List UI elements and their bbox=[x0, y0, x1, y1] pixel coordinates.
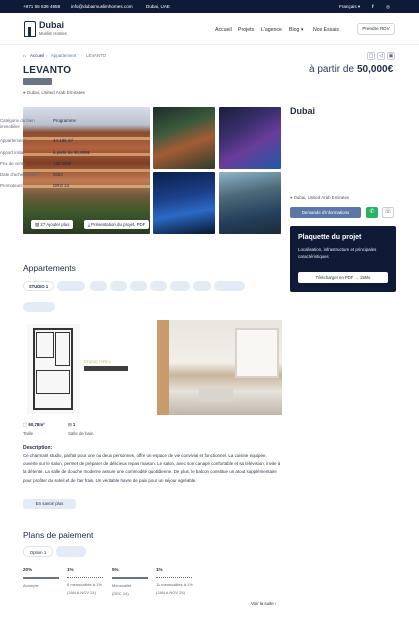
nav-agence[interactable]: L'agence bbox=[261, 27, 282, 33]
header-divider bbox=[0, 44, 419, 45]
apartments-heading: Appartements bbox=[23, 263, 76, 273]
brochure-title: Plaquette du projet bbox=[298, 234, 362, 241]
brochure-card: Plaquette du projet Localisation, infras… bbox=[290, 226, 396, 292]
tab-studio-1[interactable]: STUDIO 1 bbox=[23, 281, 54, 291]
rdv-button[interactable]: Prendre RDV bbox=[357, 23, 395, 35]
side-city: Dubai bbox=[290, 106, 316, 116]
photo-thumb[interactable] bbox=[219, 107, 281, 169]
pdf-button[interactable]: ⤓ Présentation du projet, PDF bbox=[84, 220, 150, 229]
tab-apartment[interactable] bbox=[193, 281, 211, 291]
payment-heading: Plans de paiement bbox=[23, 530, 94, 540]
breadcrumb-sep: › bbox=[81, 53, 83, 58]
facebook-icon[interactable]: f bbox=[372, 4, 374, 9]
tab-option-1[interactable]: Option 1 bbox=[23, 546, 53, 557]
tab-apartment[interactable] bbox=[214, 281, 245, 291]
tab-apartment[interactable] bbox=[130, 281, 147, 291]
tab-apartment[interactable] bbox=[110, 281, 127, 291]
payment-step: 20% Acompte bbox=[23, 567, 63, 588]
price-prefix: à partir de bbox=[309, 64, 355, 75]
interior-photo[interactable] bbox=[157, 320, 282, 415]
nav-projets[interactable]: Projets bbox=[238, 27, 254, 33]
page-title: LEVANTO bbox=[23, 65, 72, 76]
whatsapp-icon[interactable]: ✆ bbox=[366, 207, 378, 218]
photos-button[interactable]: ▧ 27 Ajouter plus bbox=[31, 220, 74, 229]
breadcrumb-category[interactable]: Appartement bbox=[51, 53, 76, 58]
price-value: 50,000€ bbox=[357, 64, 394, 75]
size-value: ⬚ 60,78m² bbox=[23, 422, 45, 427]
nav-blog[interactable]: Blog ▾ bbox=[289, 27, 303, 33]
print-icon[interactable]: ▣ bbox=[387, 52, 395, 60]
breadcrumb-current: LEVANTO bbox=[86, 53, 107, 58]
tab-apartment[interactable] bbox=[23, 302, 55, 312]
tab-apartment[interactable] bbox=[170, 281, 190, 291]
breadcrumb-sep: › bbox=[46, 53, 48, 58]
floor-plan-label: STUDIO TYPE 1 bbox=[84, 360, 111, 364]
instagram-icon[interactable]: ◎ bbox=[386, 4, 390, 10]
logo-name[interactable]: Dubai bbox=[39, 20, 64, 30]
bath-value: ⊟ 1 bbox=[68, 422, 76, 427]
tab-apartment[interactable] bbox=[90, 281, 107, 291]
share-icon[interactable]: ◁ bbox=[377, 52, 385, 60]
nav-essais[interactable]: Nos Essais bbox=[313, 27, 339, 33]
home-icon[interactable]: ⌂ bbox=[23, 53, 26, 58]
tab-option[interactable] bbox=[56, 546, 86, 557]
see-more-link[interactable]: Voir la suite › bbox=[251, 601, 276, 606]
brochure-download-button[interactable]: Télécharger en PDF → 15Mo bbox=[298, 272, 388, 283]
logo-subtitle: Muslim Homes bbox=[39, 30, 67, 36]
breadcrumb-home[interactable]: Accueil bbox=[30, 53, 44, 58]
save-icon[interactable]: ▢ bbox=[367, 52, 375, 60]
kv-row: Catégorie du bien immobilier Programme bbox=[0, 118, 76, 129]
floor-plan[interactable] bbox=[27, 324, 80, 414]
payment-step: 1% 11 mensualités à 1% (JAN A NOV 25) bbox=[156, 567, 193, 595]
description-text: Ce charmant studio, parfait pour une ou … bbox=[23, 453, 281, 483]
photo-thumb[interactable] bbox=[153, 107, 215, 169]
city-text: Dubai, UAE bbox=[146, 3, 171, 9]
top-bar: +971 55 636 4958 info@dubaimuslimhomes.c… bbox=[0, 0, 419, 13]
photo-thumb[interactable] bbox=[219, 172, 281, 234]
bath-label: Salle de bain bbox=[68, 431, 94, 436]
payment-step: 1% 6 mensualités à 1% (JAN A NOV 24) bbox=[67, 567, 103, 595]
photo-thumb[interactable] bbox=[153, 172, 215, 234]
nav-accueil[interactable]: Accueil bbox=[215, 27, 232, 33]
location: ⌖ Dubai, United Arab Emirates bbox=[23, 90, 85, 95]
floor-plan-info-bar bbox=[84, 366, 128, 371]
size-label: Taille bbox=[23, 431, 34, 436]
language-selector[interactable]: Français ▾ bbox=[339, 4, 360, 10]
brochure-desc: Localisation, infrastructure et principa… bbox=[298, 247, 377, 259]
payment-step: 5% Mensualité (DEC 24) bbox=[112, 567, 152, 596]
phone-icon[interactable]: ☏ bbox=[382, 207, 394, 218]
status-badge bbox=[23, 78, 52, 85]
phone-link[interactable]: +971 55 636 4958 bbox=[23, 4, 60, 9]
logo-icon[interactable] bbox=[24, 21, 36, 37]
description-title: Description: bbox=[23, 445, 53, 451]
info-request-button[interactable]: Demande d'informations bbox=[290, 207, 361, 218]
email-link[interactable]: info@dubaimuslimhomes.com bbox=[71, 4, 133, 9]
tab-apartment[interactable] bbox=[57, 281, 85, 291]
tab-apartment[interactable] bbox=[150, 281, 167, 291]
learn-more-button[interactable]: En savoir plus bbox=[23, 499, 76, 509]
side-location: ⌖ Dubai, United Arab Emirates bbox=[290, 195, 350, 200]
